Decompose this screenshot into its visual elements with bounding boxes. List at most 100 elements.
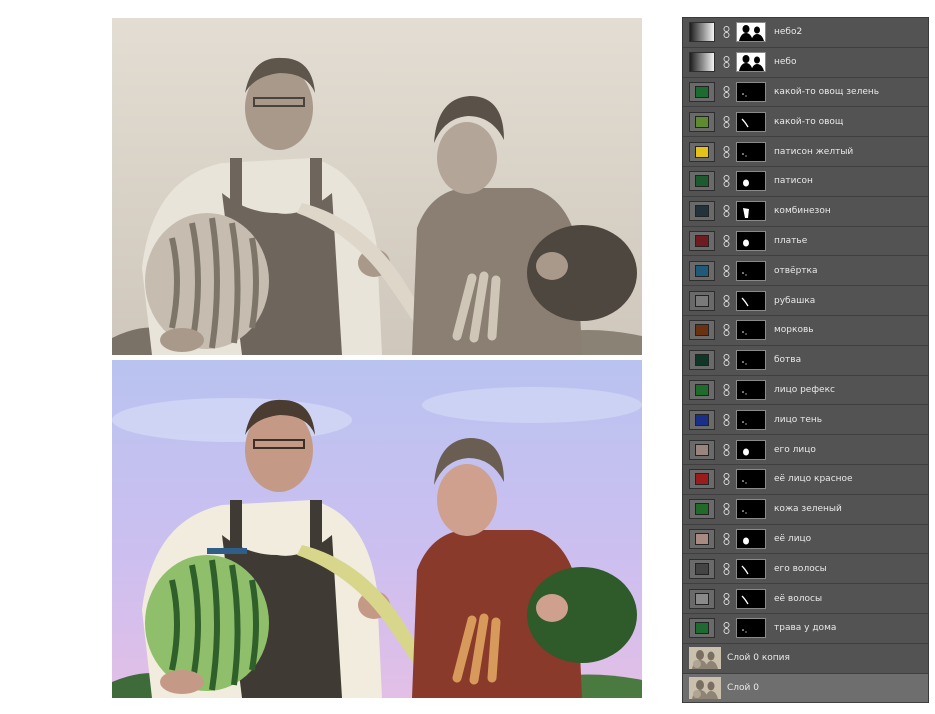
chain-link-icon[interactable] <box>722 383 731 396</box>
layer-20-row[interactable]: трава у дома <box>683 614 928 644</box>
layer-mask-thumbnail[interactable] <box>736 320 766 341</box>
layer-name: трава у дома <box>774 623 837 634</box>
chain-link-icon[interactable] <box>722 115 731 128</box>
layer-fill-thumbnail[interactable] <box>689 469 715 490</box>
chain-link-icon[interactable] <box>722 443 731 456</box>
layer-mask-thumbnail[interactable] <box>736 260 766 281</box>
layer-mask-thumbnail[interactable] <box>736 52 766 73</box>
layer-fill-thumbnail[interactable] <box>689 260 715 281</box>
color-swatch <box>695 532 709 545</box>
layer-mask-thumbnail[interactable] <box>736 350 766 371</box>
layer-12-row[interactable]: лицо рефекс <box>683 376 928 406</box>
chain-link-icon[interactable] <box>722 622 731 635</box>
chain-link-icon[interactable] <box>722 234 731 247</box>
layer-mask-thumbnail[interactable] <box>736 528 766 549</box>
chain-link-icon[interactable] <box>722 145 731 158</box>
chain-link-icon[interactable] <box>722 532 731 545</box>
layer-photo-thumbnail[interactable] <box>689 676 721 699</box>
layer-mask-thumbnail[interactable] <box>736 22 766 43</box>
layer-mask-thumbnail[interactable] <box>736 469 766 490</box>
layer-mask-thumbnail[interactable] <box>736 201 766 222</box>
layer-fill-thumbnail[interactable] <box>689 81 715 102</box>
layer-fill-thumbnail[interactable] <box>689 22 715 43</box>
layer-11-row[interactable]: ботва <box>683 346 928 376</box>
layer-fill-thumbnail[interactable] <box>689 171 715 192</box>
chain-link-icon[interactable] <box>722 294 731 307</box>
layer-3-row[interactable]: какой-то овощ <box>683 107 928 138</box>
layer-mask-thumbnail[interactable] <box>736 558 766 579</box>
layer-7-row[interactable]: платье <box>683 227 928 257</box>
layer-fill-thumbnail[interactable] <box>689 439 715 460</box>
layer-fill-thumbnail[interactable] <box>689 528 715 549</box>
layer-mask-thumbnail[interactable] <box>736 111 766 132</box>
chain-link-icon[interactable] <box>722 56 731 69</box>
layer-mask-thumbnail[interactable] <box>736 499 766 520</box>
color-swatch <box>695 443 709 456</box>
color-swatch <box>695 264 709 277</box>
layer-mask-thumbnail[interactable] <box>736 618 766 639</box>
color-swatch <box>695 383 709 396</box>
layer-mask-thumbnail[interactable] <box>736 409 766 430</box>
chain-link-icon[interactable] <box>722 26 731 39</box>
original-photo <box>112 18 642 355</box>
layer-fill-thumbnail[interactable] <box>689 499 715 520</box>
chain-link-icon[interactable] <box>722 592 731 605</box>
layer-fill-thumbnail[interactable] <box>689 618 715 639</box>
layer-mask-thumbnail[interactable] <box>736 81 766 102</box>
chain-link-icon[interactable] <box>722 324 731 337</box>
chain-link-icon[interactable] <box>722 562 731 575</box>
layer-fill-thumbnail[interactable] <box>689 290 715 311</box>
layer-mask-thumbnail[interactable] <box>736 230 766 251</box>
chain-link-icon[interactable] <box>722 85 731 98</box>
layer-16-row[interactable]: кожа зеленый <box>683 495 928 525</box>
layer-17-row[interactable]: её лицо <box>683 525 928 555</box>
layer-5-row[interactable]: патисон <box>683 167 928 197</box>
layer-8-row[interactable]: отвёртка <box>683 256 928 287</box>
chain-link-icon[interactable] <box>722 473 731 486</box>
layer-fill-thumbnail[interactable] <box>689 141 715 162</box>
layer-0-row[interactable]: небо2 <box>683 18 928 48</box>
layer-name: её волосы <box>774 593 823 604</box>
layer-19-row[interactable]: её волосы <box>683 584 928 614</box>
layer-4-row[interactable]: патисон желтый <box>683 137 928 167</box>
layer-13-row[interactable]: лицо тень <box>683 405 928 436</box>
layer-fill-thumbnail[interactable] <box>689 320 715 341</box>
layer-1-row[interactable]: небо <box>683 48 928 78</box>
layer-mask-thumbnail[interactable] <box>736 171 766 192</box>
layer-15-row[interactable]: её лицо красное <box>683 465 928 495</box>
chain-link-icon[interactable] <box>722 264 731 277</box>
layer-14-row[interactable]: его лицо <box>683 435 928 465</box>
layer-mask-thumbnail[interactable] <box>736 379 766 400</box>
layer-fill-thumbnail[interactable] <box>689 379 715 400</box>
layer-fill-thumbnail[interactable] <box>689 52 715 73</box>
layer-name: какой-то овощ зелень <box>774 86 880 97</box>
layer-18-row[interactable]: его волосы <box>683 554 928 585</box>
chain-link-icon[interactable] <box>722 413 731 426</box>
layer-mask-thumbnail[interactable] <box>736 290 766 311</box>
layer-name: платье <box>774 235 808 246</box>
layer-6-row[interactable]: комбинезон <box>683 197 928 227</box>
layer-fill-thumbnail[interactable] <box>689 558 715 579</box>
layer-name: Слой 0 копия <box>727 653 790 664</box>
color-swatch <box>695 354 709 367</box>
layer-fill-thumbnail[interactable] <box>689 588 715 609</box>
layer-9-row[interactable]: рубашка <box>683 286 928 316</box>
layer-photo-thumbnail[interactable] <box>689 647 721 670</box>
layer-mask-thumbnail[interactable] <box>736 588 766 609</box>
chain-link-icon[interactable] <box>722 503 731 516</box>
layer-21-row[interactable]: Слой 0 копия <box>683 644 928 674</box>
color-swatch <box>695 115 709 128</box>
layer-mask-thumbnail[interactable] <box>736 439 766 460</box>
chain-link-icon[interactable] <box>722 354 731 367</box>
layer-fill-thumbnail[interactable] <box>689 201 715 222</box>
layer-fill-thumbnail[interactable] <box>689 230 715 251</box>
chain-link-icon[interactable] <box>722 205 731 218</box>
layer-2-row[interactable]: какой-то овощ зелень <box>683 78 928 108</box>
chain-link-icon[interactable] <box>722 175 731 188</box>
layer-fill-thumbnail[interactable] <box>689 409 715 430</box>
layer-10-row[interactable]: морковь <box>683 316 928 346</box>
layer-22-row[interactable]: Слой 0 <box>683 673 928 704</box>
layer-fill-thumbnail[interactable] <box>689 111 715 132</box>
layer-mask-thumbnail[interactable] <box>736 141 766 162</box>
layer-fill-thumbnail[interactable] <box>689 350 715 371</box>
